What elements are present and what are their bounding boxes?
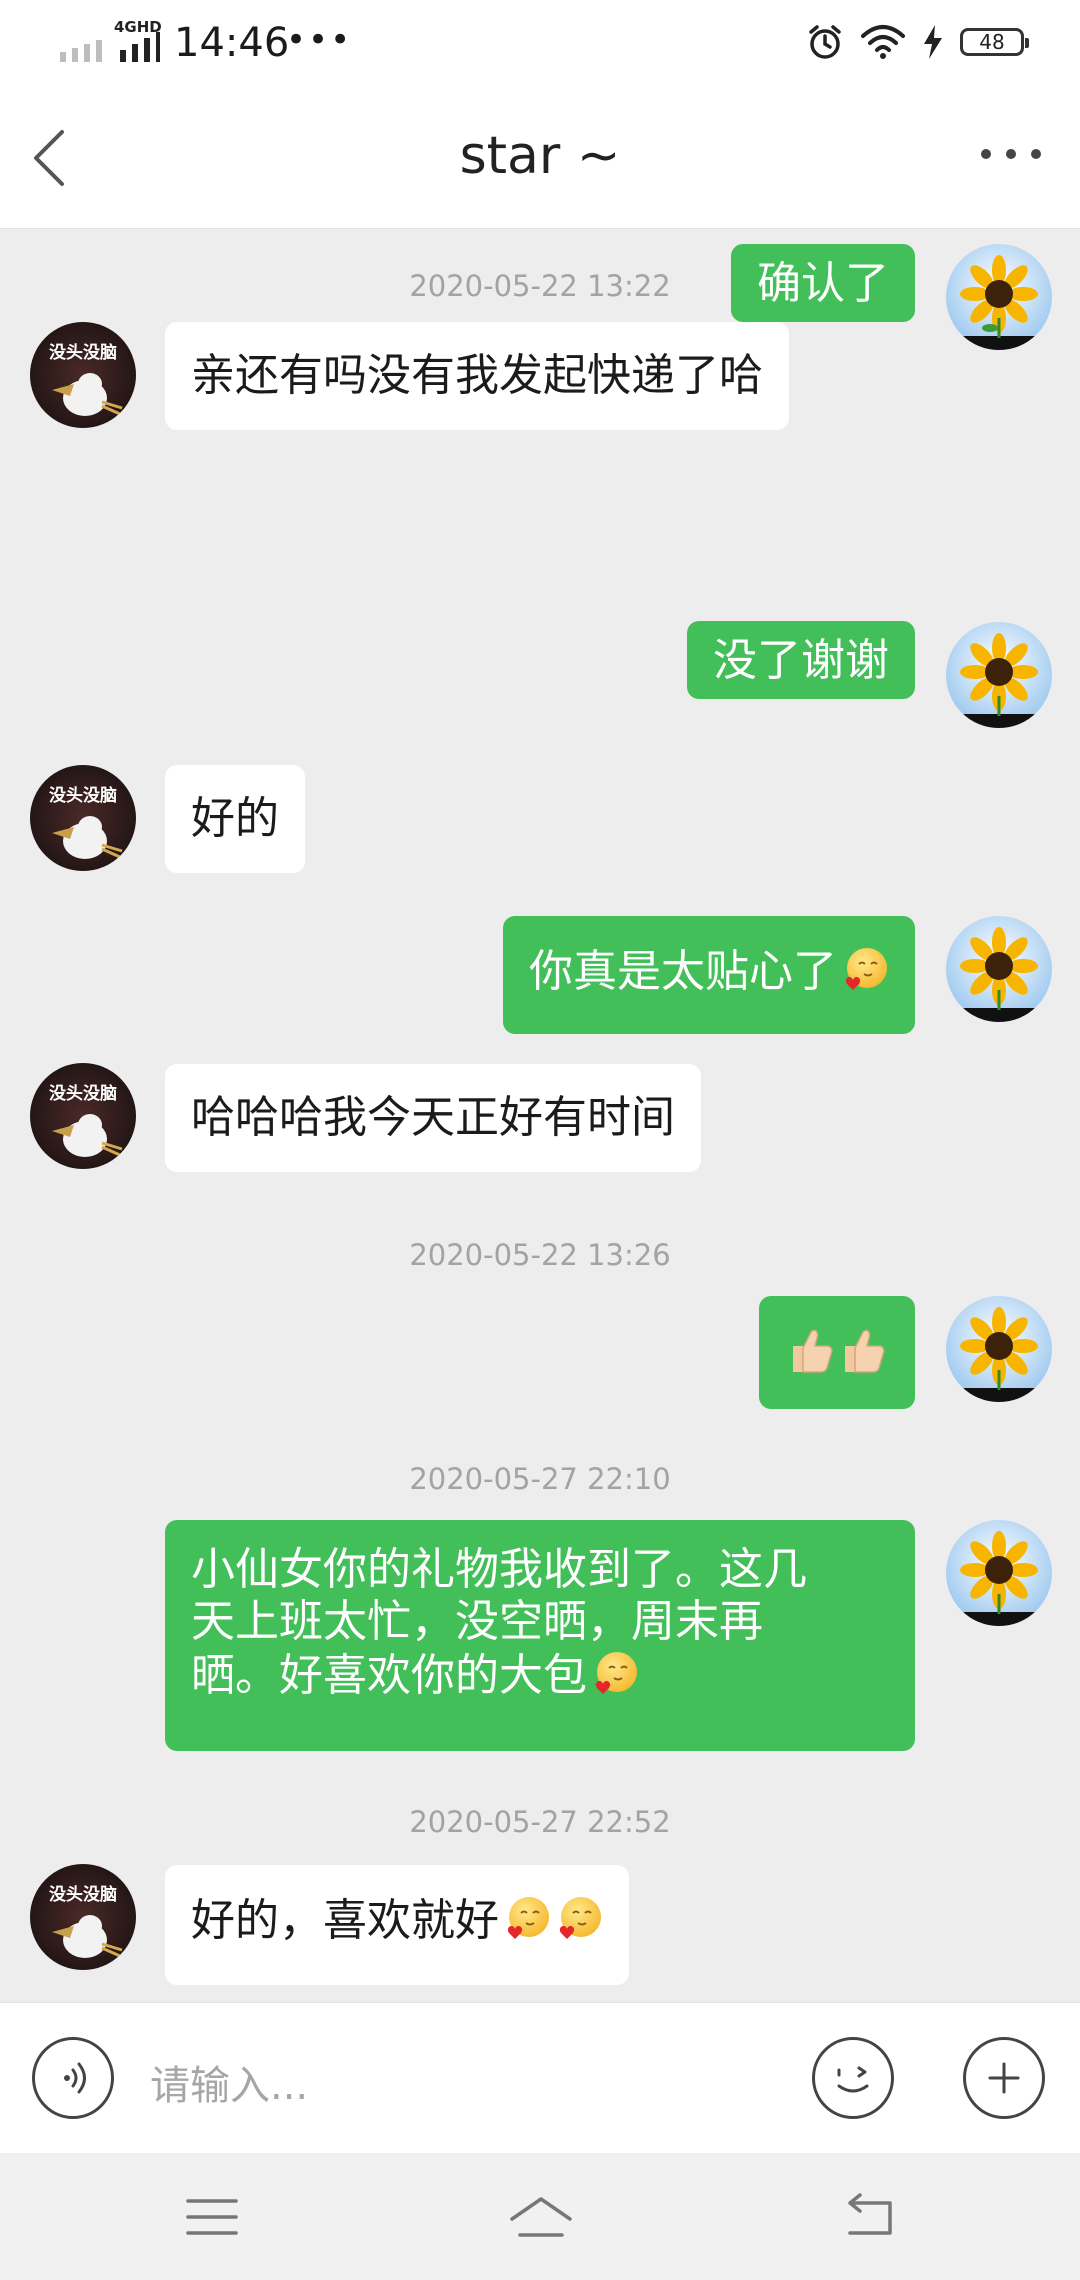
status-time: 14:46	[174, 20, 290, 66]
smile-icon	[837, 2066, 869, 2093]
chat-title: star ~	[459, 126, 621, 186]
alarm-icon	[809, 25, 841, 59]
message-bubble-outgoing[interactable]	[759, 1296, 915, 1409]
self-avatar[interactable]	[946, 622, 1052, 728]
message-timestamp: 2020-05-27 22:52	[409, 1805, 671, 1839]
message-text: 亲还有吗没有我发起快递了哈	[191, 350, 763, 401]
sunflower-avatar-icon	[946, 1520, 1052, 1626]
message-text: 哈哈哈我今天正好有时间	[191, 1092, 675, 1143]
wifi-icon	[861, 25, 905, 59]
chat-header: star ~	[0, 90, 1080, 229]
battery-icon: 48	[960, 28, 1029, 56]
message-text-line: 小仙女你的礼物我收到了。这几	[191, 1544, 807, 1595]
message-text-line: 晒。好喜欢你的大包	[191, 1650, 587, 1701]
input-bar: 请输入...	[0, 2002, 1080, 2154]
network-type: 4GHD	[114, 18, 162, 36]
blush-heart-emoji	[559, 1897, 601, 1939]
peer-avatar-text: 没头没脑	[49, 343, 117, 363]
message-list[interactable]: 确认了 2020-05-22 13:22 没头没脑 亲还有吗没有我发起快递了哈 …	[0, 229, 1080, 2002]
thumbs-up-emoji	[845, 1329, 885, 1373]
plus-icon	[988, 2062, 1020, 2094]
peer-avatar[interactable]: 没头没脑	[30, 1063, 136, 1169]
status-more-dots: •••	[286, 20, 353, 60]
blush-heart-emoji	[507, 1897, 549, 1939]
message-text: 好的，喜欢就好	[191, 1895, 499, 1946]
blush-heart-emoji	[845, 948, 887, 990]
message-text: 没了谢谢	[713, 635, 889, 686]
message-bubble-incoming[interactable]: 亲还有吗没有我发起快递了哈	[165, 322, 789, 430]
message-bubble-outgoing[interactable]: 小仙女你的礼物我收到了。这几 天上班太忙，没空晒，周末再 晒。好喜欢你的大包	[165, 1520, 915, 1751]
peer-avatar-text: 没头没脑	[49, 1084, 117, 1104]
sunflower-avatar-icon	[946, 622, 1052, 728]
message-timestamp: 2020-05-22 13:26	[409, 1238, 671, 1272]
thumbs-up-emoji	[793, 1329, 833, 1373]
menu-icon[interactable]	[182, 2189, 242, 2245]
message-text-line: 天上班太忙，没空晒，周末再	[191, 1596, 763, 1647]
peer-avatar-text: 没头没脑	[49, 786, 117, 806]
status-bar: 4GHD 14:46 ••• 48	[0, 0, 1080, 90]
home-icon[interactable]	[506, 2189, 576, 2245]
self-avatar[interactable]	[946, 1520, 1052, 1626]
sunflower-avatar-icon	[946, 1296, 1052, 1402]
peer-avatar[interactable]: 没头没脑	[30, 1864, 136, 1970]
peer-avatar[interactable]: 没头没脑	[30, 322, 136, 428]
message-bubble-outgoing[interactable]: 没了谢谢	[687, 621, 915, 699]
peer-avatar[interactable]: 没头没脑	[30, 765, 136, 871]
system-nav-bar	[0, 2153, 1080, 2280]
emoji-button[interactable]	[812, 2037, 894, 2119]
sunflower-avatar-icon	[946, 916, 1052, 1022]
message-input[interactable]: 请输入...	[150, 2053, 308, 2111]
message-timestamp: 2020-05-22 13:22	[409, 269, 671, 303]
voice-button[interactable]	[32, 2037, 114, 2119]
message-text: 你真是太贴心了	[529, 946, 837, 997]
battery-level: 48	[979, 30, 1005, 54]
self-avatar[interactable]	[946, 916, 1052, 1022]
more-dots-icon[interactable]	[976, 134, 1046, 174]
back-nav-icon[interactable]	[840, 2189, 900, 2245]
message-text: 好的	[191, 793, 279, 844]
peer-avatar-text: 没头没脑	[49, 1885, 117, 1905]
message-bubble-incoming[interactable]: 好的	[165, 765, 305, 873]
charging-icon	[924, 25, 942, 59]
add-attachment-button[interactable]	[963, 2037, 1045, 2119]
voice-icon	[64, 2062, 86, 2094]
message-timestamp: 2020-05-27 22:10	[409, 1462, 671, 1496]
message-bubble-outgoing[interactable]: 你真是太贴心了	[503, 916, 915, 1034]
status-icons: 48	[806, 20, 1029, 64]
blush-heart-emoji	[595, 1652, 637, 1694]
message-bubble-incoming[interactable]: 好的，喜欢就好	[165, 1865, 629, 1985]
message-bubble-incoming[interactable]: 哈哈哈我今天正好有时间	[165, 1064, 701, 1172]
self-avatar[interactable]	[946, 1296, 1052, 1402]
